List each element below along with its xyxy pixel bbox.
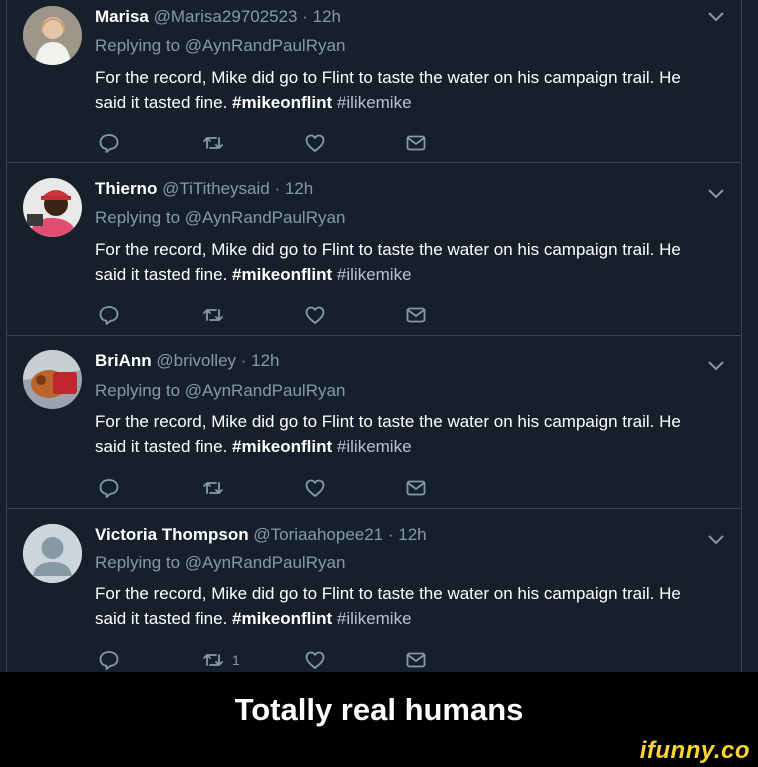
hashtag-link[interactable]: #mikeonflint <box>232 93 332 112</box>
tweet-actions <box>95 303 435 329</box>
retweet-button[interactable]: 1 <box>202 648 240 672</box>
tweet-header: Marisa @Marisa29702523 · 12h <box>95 7 341 27</box>
tweet-text: For the record, Mike did go to Flint to … <box>95 581 715 631</box>
meme-caption: Totally real humans <box>234 692 524 727</box>
tweet-text: For the record, Mike did go to Flint to … <box>95 237 715 287</box>
hashtag-link[interactable]: #mikeonflint <box>232 265 332 284</box>
reply-button[interactable] <box>98 476 120 500</box>
retweet-button[interactable] <box>202 131 232 155</box>
reply-icon <box>99 479 119 498</box>
message-icon <box>406 135 426 151</box>
user-name[interactable]: Thierno <box>95 179 157 198</box>
like-button[interactable] <box>304 303 326 327</box>
like-icon <box>305 651 325 669</box>
avatar[interactable] <box>23 178 82 237</box>
user-handle[interactable]: @Marisa29702523 <box>154 7 298 26</box>
tweet-time[interactable]: · 12h <box>302 7 341 26</box>
user-handle[interactable]: @brivolley <box>156 351 236 370</box>
hashtag-link[interactable]: #mikeonflint <box>232 609 332 628</box>
hashtag-link[interactable]: #ilikemike <box>337 93 412 112</box>
tweet-time[interactable]: · 12h <box>388 525 427 544</box>
user-handle[interactable]: @Toriaahopee21 <box>253 525 383 544</box>
avatar[interactable] <box>23 350 82 409</box>
default-avatar-icon <box>23 524 82 583</box>
message-button[interactable] <box>405 648 427 672</box>
tweet-actions <box>95 476 435 502</box>
reply-button[interactable] <box>98 648 120 672</box>
tweet[interactable]: Thierno @TiTitheysaid · 12h Replying to … <box>7 163 742 336</box>
reply-icon <box>99 134 119 153</box>
tweet[interactable]: Marisa @Marisa29702523 · 12h Replying to… <box>7 0 742 163</box>
message-button[interactable] <box>405 303 427 327</box>
retweet-icon <box>203 309 223 321</box>
user-handle[interactable]: @TiTitheysaid <box>162 179 270 198</box>
tweet-actions: 1 <box>95 648 435 672</box>
watermark-logo: ifunny.co <box>639 737 750 764</box>
retweet-icon <box>203 137 223 149</box>
avatar[interactable] <box>23 6 82 65</box>
user-name[interactable]: Marisa <box>95 7 149 26</box>
hashtag-link[interactable]: #mikeonflint <box>232 437 332 456</box>
hashtag-link[interactable]: #ilikemike <box>337 437 412 456</box>
replying-to: Replying to @AynRandPaulRyan <box>95 208 345 228</box>
hashtag-link[interactable]: #ilikemike <box>337 265 412 284</box>
replying-to: Replying to @AynRandPaulRyan <box>95 381 345 401</box>
user-name[interactable]: Victoria Thompson <box>95 525 249 544</box>
tweet-feed: Marisa @Marisa29702523 · 12h Replying to… <box>0 0 758 672</box>
chevron-down-icon[interactable] <box>706 183 726 203</box>
mention-link[interactable]: @AynRandPaulRyan <box>185 36 346 55</box>
like-button[interactable] <box>304 648 326 672</box>
like-icon <box>305 134 325 152</box>
chevron-down-icon[interactable] <box>706 6 726 26</box>
chevron-down-icon[interactable] <box>706 529 726 549</box>
message-icon <box>406 652 426 668</box>
replying-to: Replying to @AynRandPaulRyan <box>95 36 345 56</box>
retweet-button[interactable] <box>202 303 232 327</box>
tweet-text: For the record, Mike did go to Flint to … <box>95 409 715 459</box>
reply-icon <box>99 306 119 325</box>
like-icon <box>305 479 325 497</box>
replying-label: Replying to <box>95 36 181 55</box>
tweet-time[interactable]: · 12h <box>241 351 280 370</box>
retweet-button[interactable] <box>202 476 232 500</box>
tweet[interactable]: Victoria Thompson @Toriaahopee21 · 12h R… <box>7 509 742 672</box>
avatar[interactable] <box>23 524 82 583</box>
like-icon <box>305 306 325 324</box>
message-button[interactable] <box>405 131 427 155</box>
tweet[interactable]: BriAnn @brivolley · 12h Replying to @Ayn… <box>7 336 742 509</box>
mention-link[interactable]: @AynRandPaulRyan <box>185 208 346 227</box>
reply-button[interactable] <box>98 131 120 155</box>
replying-label: Replying to <box>95 553 181 572</box>
replying-label: Replying to <box>95 208 181 227</box>
message-icon <box>406 307 426 323</box>
tweet-header: BriAnn @brivolley · 12h <box>95 351 280 371</box>
tweet-header: Victoria Thompson @Toriaahopee21 · 12h <box>95 525 427 545</box>
retweet-icon <box>203 482 223 494</box>
mention-link[interactable]: @AynRandPaulRyan <box>185 381 346 400</box>
retweet-icon <box>203 654 223 666</box>
user-name[interactable]: BriAnn <box>95 351 152 370</box>
reply-button[interactable] <box>98 303 120 327</box>
mention-link[interactable]: @AynRandPaulRyan <box>185 553 346 572</box>
message-icon <box>406 480 426 496</box>
like-button[interactable] <box>304 131 326 155</box>
reply-icon <box>99 651 119 670</box>
tweet-header: Thierno @TiTitheysaid · 12h <box>95 179 313 199</box>
tweet-text: For the record, Mike did go to Flint to … <box>95 65 715 115</box>
message-button[interactable] <box>405 476 427 500</box>
retweet-count: 1 <box>232 652 240 668</box>
tweet-time[interactable]: · 12h <box>274 179 313 198</box>
like-button[interactable] <box>304 476 326 500</box>
replying-to: Replying to @AynRandPaulRyan <box>95 553 345 573</box>
tweet-actions <box>95 131 435 157</box>
replying-label: Replying to <box>95 381 181 400</box>
chevron-down-icon[interactable] <box>706 355 726 375</box>
hashtag-link[interactable]: #ilikemike <box>337 609 412 628</box>
